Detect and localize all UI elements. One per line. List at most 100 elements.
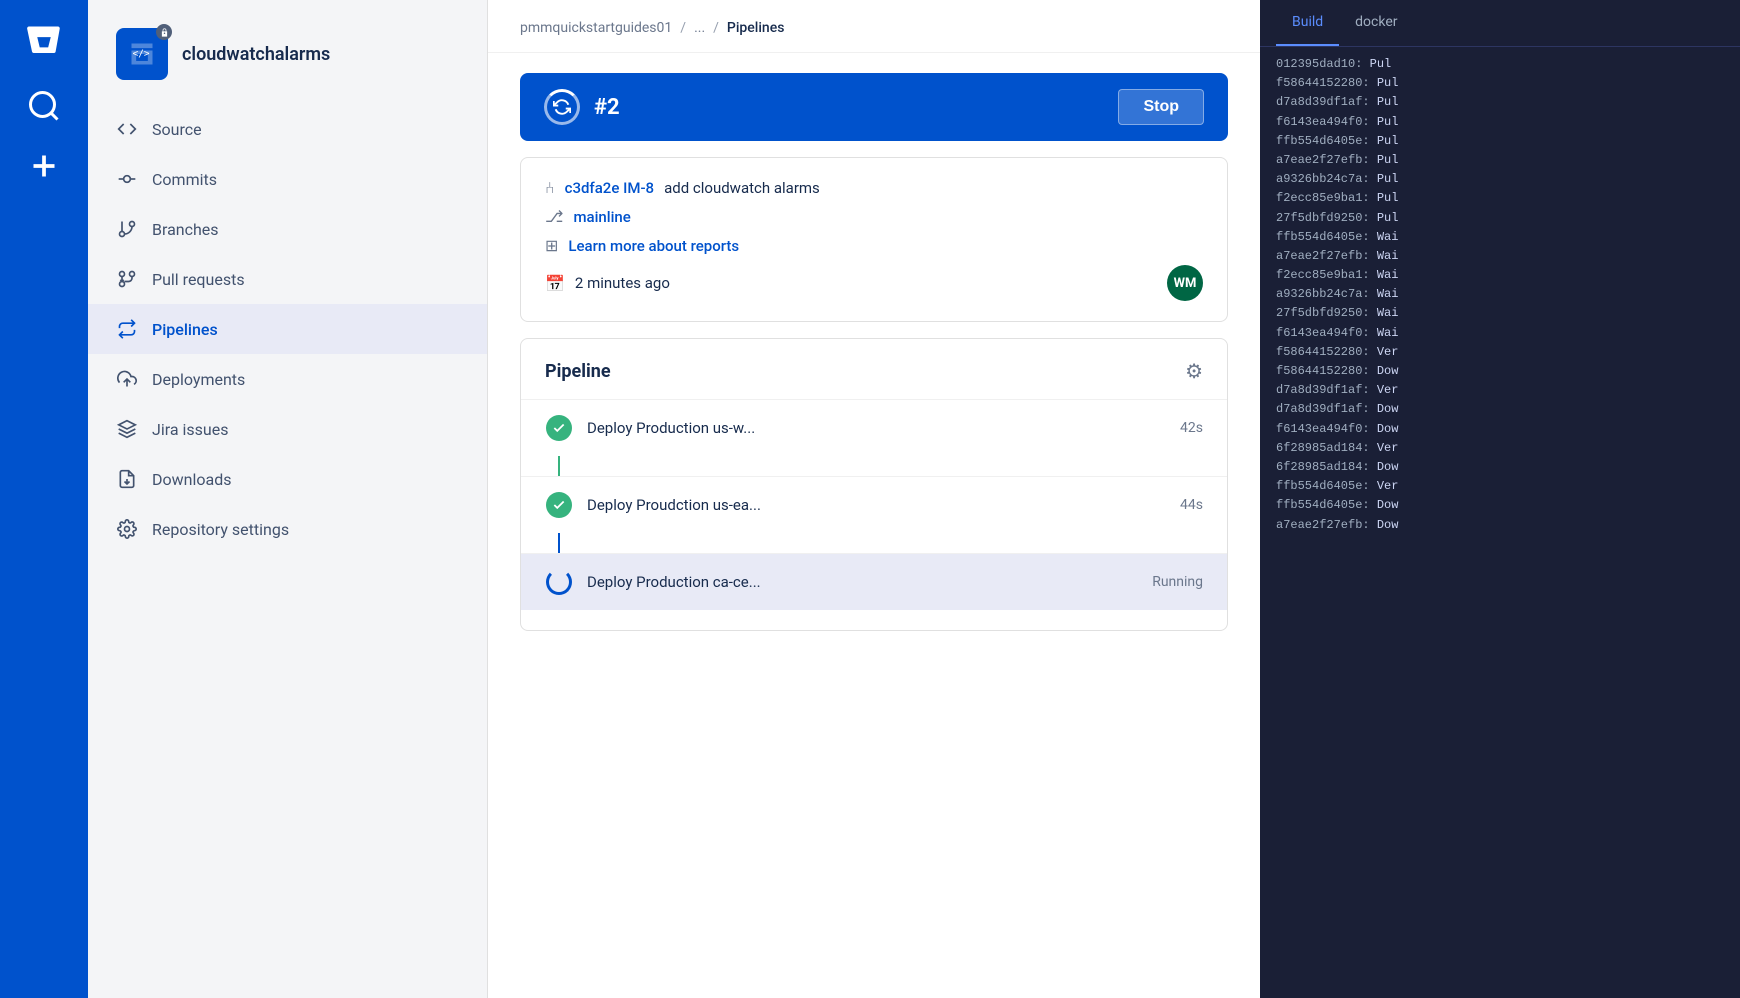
terminal-line: d7a8d39df1af: Pul xyxy=(1276,93,1724,112)
pipeline-section: Pipeline ⚙ Deploy Production us-w... 42s… xyxy=(520,338,1228,631)
terminal-line: 27f5dbfd9250: Wai xyxy=(1276,304,1724,323)
branch-icon: ⎇ xyxy=(545,207,563,226)
branches-label: Branches xyxy=(152,220,219,239)
sidebar-item-pull-requests[interactable]: Pull requests xyxy=(88,254,487,304)
avatar: WM xyxy=(1167,265,1203,301)
downloads-icon xyxy=(116,468,138,490)
commit-link[interactable]: c3dfa2e IM-8 xyxy=(565,179,654,197)
sidebar-item-jira-issues[interactable]: Jira issues xyxy=(88,404,487,454)
terminal-line: d7a8d39df1af: Ver xyxy=(1276,381,1724,400)
repo-name: cloudwatchalarms xyxy=(182,44,330,65)
jira-issues-label: Jira issues xyxy=(152,420,228,439)
pipeline-section-title: Pipeline xyxy=(545,361,611,382)
step-2-success-indicator xyxy=(546,492,572,518)
step-1-duration: 42s xyxy=(1180,420,1203,436)
sidebar: </> cloudwatchalarms Source Commits xyxy=(88,0,488,998)
terminal-line: f58644152280: Ver xyxy=(1276,343,1724,362)
pipeline-running-icon xyxy=(544,89,580,125)
terminal-line: f6143ea494f0: Wai xyxy=(1276,324,1724,343)
commits-icon xyxy=(116,168,138,190)
step-2-duration: 44s xyxy=(1180,497,1203,513)
terminal-line: 012395dad10: Pul xyxy=(1276,55,1724,74)
terminal-line: a9326bb24c7a: Pul xyxy=(1276,170,1724,189)
pipeline-gear-icon[interactable]: ⚙ xyxy=(1185,359,1203,383)
pipeline-header-left: #2 xyxy=(544,89,620,125)
time-icon: 📅 xyxy=(545,274,565,293)
breadcrumb-ellipsis[interactable]: ... xyxy=(694,20,705,36)
info-bottom-row: 📅 2 minutes ago WM xyxy=(545,265,1203,301)
repo-icon: </> xyxy=(116,28,168,80)
sidebar-item-pipelines[interactable]: Pipelines xyxy=(88,304,487,354)
terminal-line: a7eae2f27efb: Wai xyxy=(1276,247,1724,266)
steps-connector-2 xyxy=(558,533,560,553)
svg-text:</>: </> xyxy=(133,48,150,59)
tab-build[interactable]: Build xyxy=(1276,0,1339,46)
sidebar-item-repository-settings[interactable]: Repository settings xyxy=(88,504,487,554)
source-label: Source xyxy=(152,120,202,139)
pipeline-step-2[interactable]: Deploy Proudction us-ea... 44s xyxy=(521,476,1227,533)
terminal-line: ffb554d6405e: Dow xyxy=(1276,496,1724,515)
deployments-label: Deployments xyxy=(152,370,245,389)
tab-docker[interactable]: docker xyxy=(1339,0,1413,46)
step-1-success-indicator xyxy=(546,415,572,441)
commit-message: add cloudwatch alarms xyxy=(664,179,820,197)
breadcrumb-sep1: / xyxy=(680,20,686,36)
lock-badge xyxy=(156,24,172,40)
sidebar-item-source[interactable]: Source xyxy=(88,104,487,154)
report-icon: ⊞ xyxy=(545,236,558,255)
terminal-line: d7a8d39df1af: Dow xyxy=(1276,400,1724,419)
time-ago: 2 minutes ago xyxy=(575,274,670,292)
step-2-name: Deploy Proudction us-ea... xyxy=(587,496,1166,514)
time-row: 📅 2 minutes ago xyxy=(545,274,670,293)
step-3-status-icon xyxy=(545,568,573,596)
terminal-line: f58644152280: Dow xyxy=(1276,362,1724,381)
breadcrumb-sep2: / xyxy=(713,20,719,36)
steps-connector-1 xyxy=(558,456,560,476)
terminal-line: f6143ea494f0: Dow xyxy=(1276,420,1724,439)
terminal-line: ffb554d6405e: Wai xyxy=(1276,228,1724,247)
pull-requests-icon xyxy=(116,268,138,290)
branch-link[interactable]: mainline xyxy=(573,208,630,226)
learn-more-link[interactable]: Learn more about reports xyxy=(568,237,739,255)
terminal-line: a9326bb24c7a: Wai xyxy=(1276,285,1724,304)
step-3-name: Deploy Production ca-ce... xyxy=(587,573,1138,591)
terminal-line: a7eae2f27efb: Dow xyxy=(1276,516,1724,535)
repository-settings-label: Repository settings xyxy=(152,520,289,539)
breadcrumb-project[interactable]: pmmquickstartguides01 xyxy=(520,20,672,36)
commit-icon: ⑃ xyxy=(545,178,555,197)
branches-icon xyxy=(116,218,138,240)
sidebar-item-deployments[interactable]: Deployments xyxy=(88,354,487,404)
sidebar-item-downloads[interactable]: Downloads xyxy=(88,454,487,504)
downloads-label: Downloads xyxy=(152,470,231,489)
terminal-tabs: Build docker xyxy=(1260,0,1740,47)
pipeline-step-3[interactable]: Deploy Production ca-ce... Running xyxy=(521,553,1227,610)
step-2-status-icon xyxy=(545,491,573,519)
pipelines-label: Pipelines xyxy=(152,320,218,339)
icon-bar xyxy=(0,0,88,998)
commits-label: Commits xyxy=(152,170,217,189)
sidebar-item-commits[interactable]: Commits xyxy=(88,154,487,204)
stop-button[interactable]: Stop xyxy=(1118,89,1204,125)
main-content: pmmquickstartguides01 / ... / Pipelines … xyxy=(488,0,1260,998)
search-icon[interactable] xyxy=(26,88,62,124)
source-icon xyxy=(116,118,138,140)
sidebar-item-branches[interactable]: Branches xyxy=(88,204,487,254)
terminal-line: f6143ea494f0: Pul xyxy=(1276,113,1724,132)
step-3-status: Running xyxy=(1152,574,1203,590)
terminal-line: f2ecc85e9ba1: Pul xyxy=(1276,189,1724,208)
breadcrumb: pmmquickstartguides01 / ... / Pipelines xyxy=(488,0,1260,53)
commit-info-row: ⑃ c3dfa2e IM-8 add cloudwatch alarms xyxy=(545,178,1203,197)
pipeline-step-1[interactable]: Deploy Production us-w... 42s xyxy=(521,399,1227,456)
terminal-line: ffb554d6405e: Pul xyxy=(1276,132,1724,151)
terminal-line: 27f5dbfd9250: Pul xyxy=(1276,209,1724,228)
branch-info-row: ⎇ mainline xyxy=(545,207,1203,226)
terminal-line: 6f28985ad184: Ver xyxy=(1276,439,1724,458)
add-icon[interactable] xyxy=(26,148,62,184)
jira-issues-icon xyxy=(116,418,138,440)
bitbucket-logo[interactable] xyxy=(20,16,68,64)
pipelines-icon xyxy=(116,318,138,340)
terminal-line: 6f28985ad184: Dow xyxy=(1276,458,1724,477)
step-1-status-icon xyxy=(545,414,573,442)
terminal-line: f2ecc85e9ba1: Wai xyxy=(1276,266,1724,285)
deployments-icon xyxy=(116,368,138,390)
